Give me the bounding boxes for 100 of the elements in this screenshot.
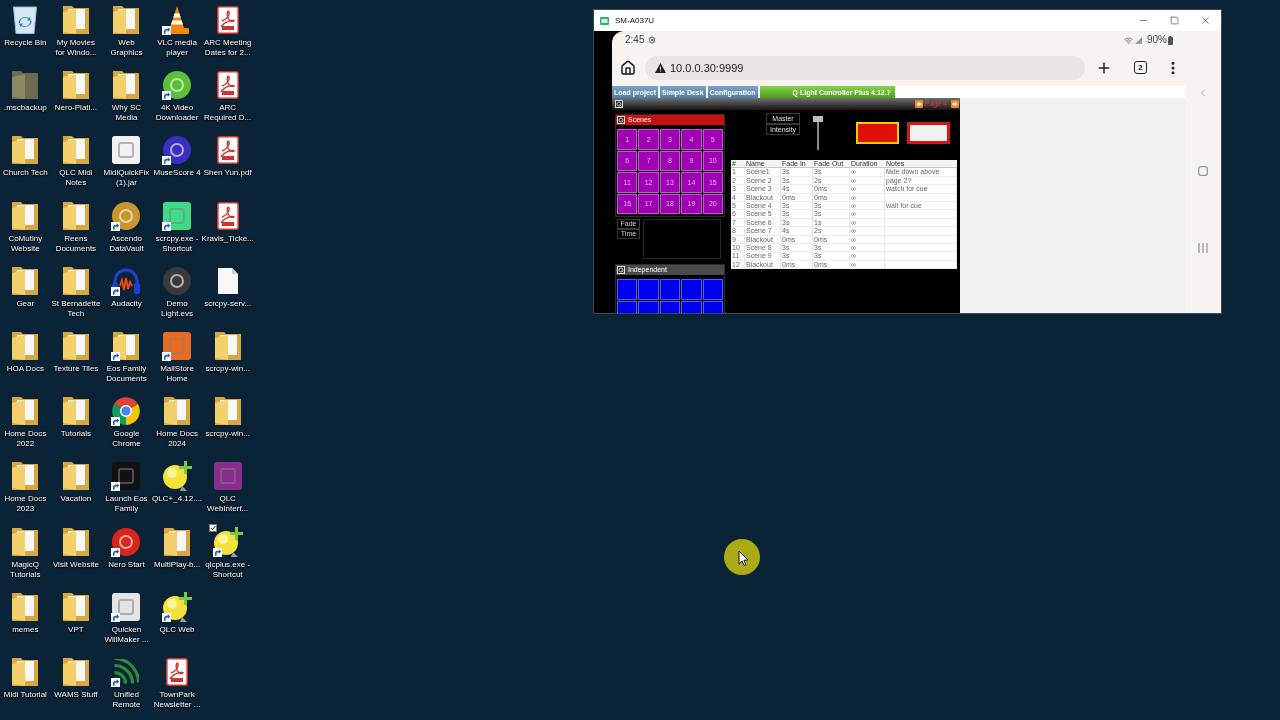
icon-label[interactable]: Nero-Plati... [54, 103, 97, 114]
icon-label[interactable]: Tutorials [60, 429, 92, 440]
icon-label[interactable]: Launch Eos Family [101, 494, 152, 515]
folder-icon[interactable] [62, 397, 89, 426]
icon-label[interactable]: Ascendo DataVault [101, 233, 152, 254]
icon-label[interactable]: Quicken WillMaker ... [101, 624, 152, 645]
icon-label[interactable]: CoMutiny Website [0, 233, 50, 254]
icon-label[interactable]: Audacity [111, 298, 142, 309]
icon-label[interactable]: 4K Video Downloader [152, 103, 202, 124]
round-app-icon[interactable] [163, 136, 192, 165]
folder-icon[interactable] [62, 201, 89, 230]
folder-icon[interactable] [214, 397, 241, 426]
icon-label[interactable]: Eos Family Documents [101, 363, 152, 384]
console-button[interactable] [617, 279, 638, 300]
icon-label[interactable]: scrcpy-win... [205, 429, 250, 440]
icon-label[interactable]: Texture Tiles [53, 363, 99, 374]
pdf-file-icon[interactable] [216, 201, 239, 230]
folder-icon[interactable] [12, 201, 39, 230]
icon-label[interactable]: MagicQ Tutorials [0, 559, 50, 580]
console-button[interactable] [907, 122, 950, 144]
icon-label[interactable]: Home Docs 2023 [0, 494, 50, 515]
folder-icon[interactable] [113, 71, 140, 100]
icon-label[interactable]: .mscbackup [3, 103, 47, 114]
app-tile-icon[interactable] [112, 462, 141, 491]
folder-icon[interactable] [62, 657, 89, 686]
document-icon[interactable] [217, 267, 238, 294]
icon-label[interactable]: ARC Meeting Dates for 2... [202, 38, 253, 58]
app-tile-icon[interactable] [213, 462, 242, 491]
address-field[interactable]: 10.0.0.30:9999 [645, 55, 1085, 80]
icon-label[interactable]: Why SC Media [101, 103, 152, 124]
icon-label[interactable]: St Bernadette Tech [51, 298, 101, 319]
icon-label[interactable]: Nero Start [108, 559, 145, 570]
home-icon[interactable] [620, 59, 636, 76]
icon-label[interactable]: QLC WebInterf... [202, 494, 253, 515]
folder-icon[interactable] [12, 527, 39, 556]
console-button[interactable] [659, 279, 681, 300]
folder-icon[interactable] [62, 71, 89, 100]
icon-label[interactable]: VPT [68, 624, 84, 635]
round-app-icon[interactable] [112, 527, 141, 556]
round-app-icon[interactable] [163, 266, 192, 295]
icon-label[interactable]: Gear [16, 298, 35, 309]
icon-label[interactable]: Vacation [60, 494, 92, 505]
folder-icon[interactable] [12, 657, 39, 686]
app-tile-icon[interactable] [163, 201, 192, 230]
app-tile-icon[interactable] [163, 331, 192, 360]
icon-label[interactable]: VLC media player [152, 38, 202, 58]
icon-label[interactable]: QLC Midi Notes [51, 168, 101, 189]
icon-label[interactable]: HOA Docs [6, 363, 44, 374]
icon-label[interactable]: Visit Website [52, 559, 99, 570]
folder-icon[interactable] [164, 397, 191, 426]
folder-icon[interactable] [12, 331, 39, 360]
icon-label[interactable]: Kravis_Ticke... [201, 233, 254, 244]
icon-label[interactable]: scrcpy-serv... [204, 298, 252, 309]
icon-label[interactable]: Church Tech [2, 168, 48, 179]
folder-icon[interactable] [62, 6, 89, 34]
folder-icon[interactable] [113, 6, 140, 34]
icon-label[interactable]: MultiPlay-b... [153, 559, 201, 570]
arrow-left-icon[interactable] [914, 100, 923, 108]
arrow-right-icon[interactable] [951, 100, 959, 108]
folder-icon[interactable] [62, 462, 89, 491]
folder-icon[interactable] [62, 136, 89, 165]
icon-label[interactable]: MidiQuickFix (1).jar [101, 168, 152, 189]
folder-icon[interactable] [12, 397, 39, 426]
icon-label[interactable]: Home Docs 2022 [0, 429, 50, 450]
icon-label[interactable]: Web Graphics [101, 38, 152, 58]
app-tile-icon[interactable] [112, 136, 141, 165]
icon-label[interactable]: Demo Light.evs [152, 298, 202, 319]
folder-icon[interactable] [12, 136, 39, 165]
icon-label[interactable]: Shen Yun.pdf [203, 168, 252, 179]
slider-thumb[interactable] [813, 116, 823, 122]
folder-icon[interactable] [12, 266, 39, 295]
circle-logo-icon[interactable] [112, 397, 141, 426]
recycle-bin-icon[interactable] [13, 6, 38, 34]
folder-icon[interactable] [214, 331, 241, 360]
folder-icon[interactable] [12, 592, 39, 621]
icon-label[interactable]: Reens Documents [51, 233, 101, 254]
icon-label[interactable]: Google Chrome [101, 429, 152, 450]
frame-icon[interactable] [617, 116, 625, 124]
folder-icon[interactable] [62, 527, 89, 556]
folder-icon[interactable] [62, 592, 89, 621]
tab-count-button[interactable]: 2 [1134, 61, 1147, 74]
icon-label[interactable]: TownPark Newsletter ... [152, 689, 202, 710]
app-tile-icon[interactable] [112, 592, 141, 621]
console-button[interactable] [702, 279, 723, 300]
icon-label[interactable]: QLC Web [159, 624, 195, 635]
folder-icon[interactable] [62, 266, 89, 295]
icon-label[interactable]: memes [12, 624, 39, 635]
round-app-icon[interactable] [112, 201, 141, 230]
icon-label[interactable]: Unified Remote [101, 689, 152, 710]
icon-label[interactable]: MuseScore 4 [153, 168, 201, 179]
folder-icon[interactable] [113, 331, 140, 360]
icon-label[interactable]: My Movies for Windo... [51, 38, 101, 58]
pdf-file-icon[interactable] [216, 6, 239, 34]
pdf-file-icon[interactable] [216, 136, 239, 165]
icon-label[interactable]: qlcplus.exe - Shortcut [202, 559, 253, 580]
icon-label[interactable]: Home Docs 2024 [152, 429, 202, 450]
frame-icon[interactable] [615, 100, 623, 108]
folder-icon[interactable] [62, 331, 89, 360]
bulb-plus-icon[interactable] [162, 461, 193, 492]
icon-label[interactable]: Midi Tutorial [3, 689, 47, 700]
